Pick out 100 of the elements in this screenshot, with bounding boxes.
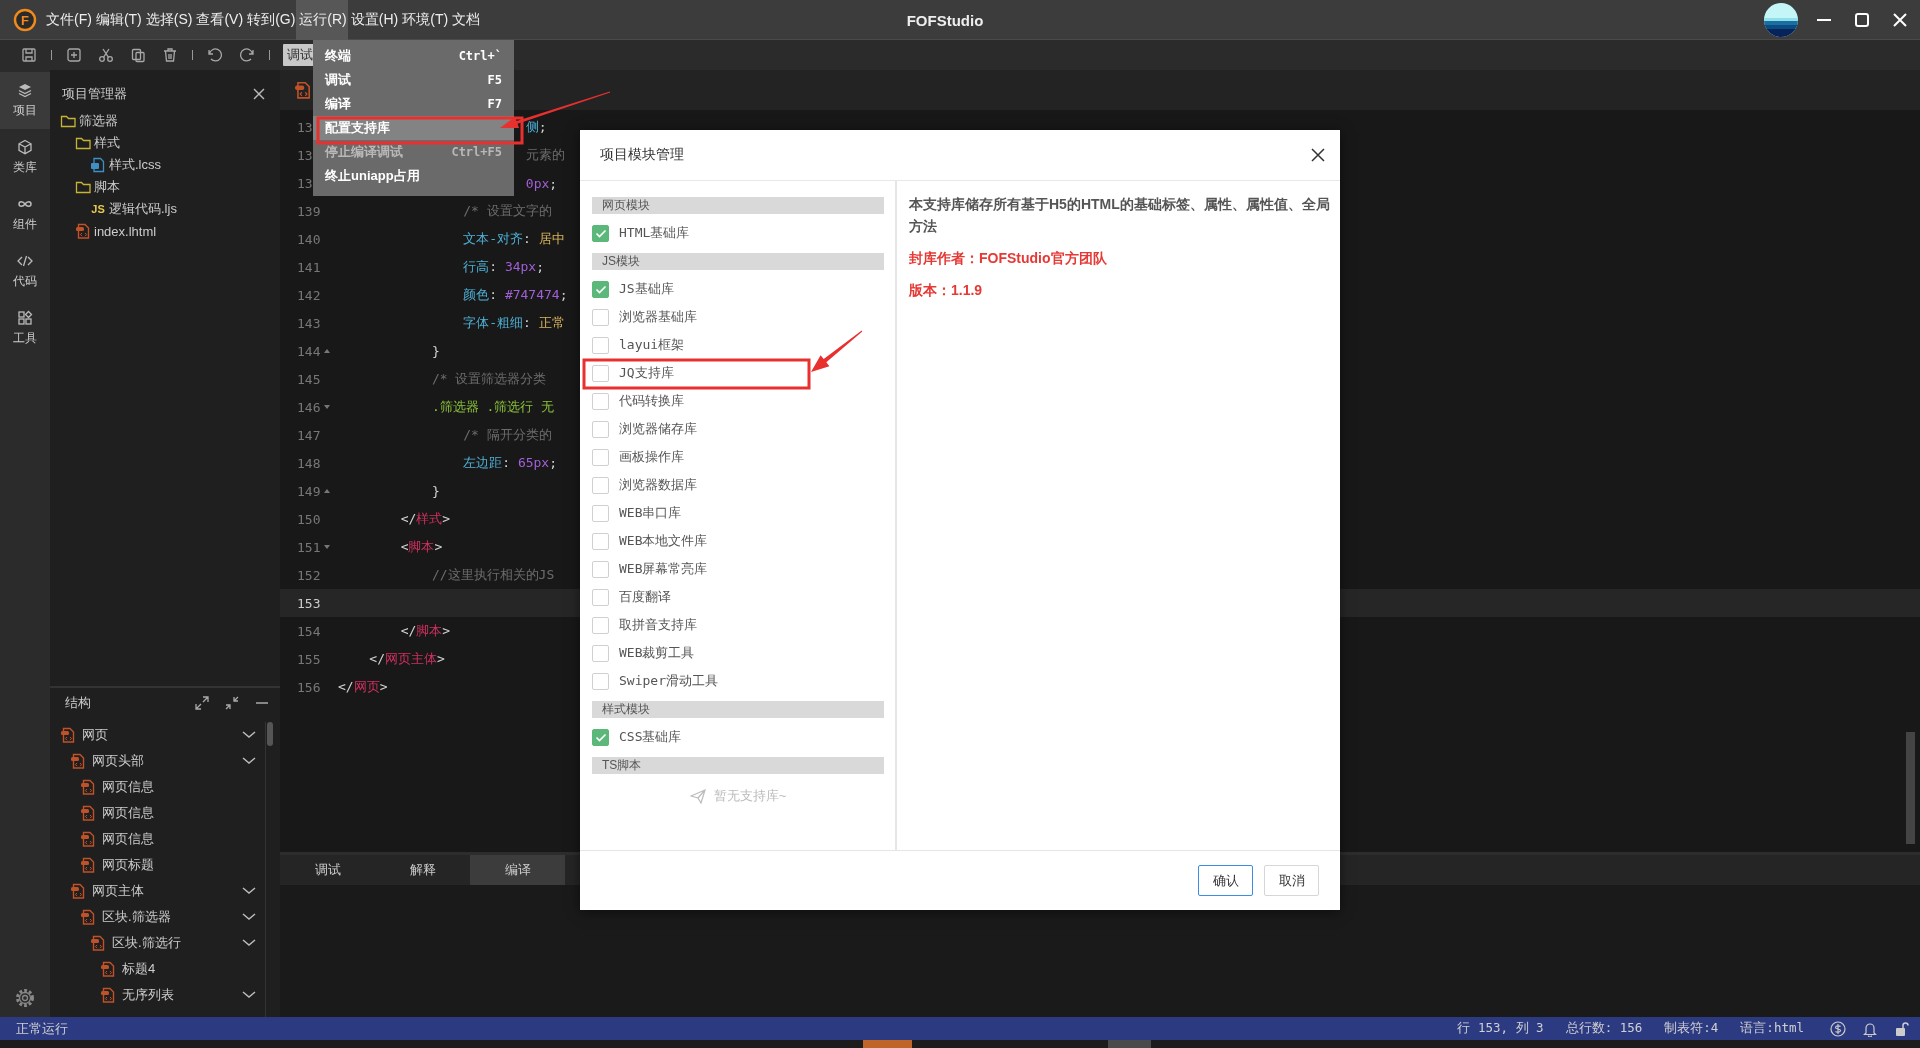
checkbox[interactable]: [592, 728, 609, 746]
panel-tab[interactable]: 编译: [470, 855, 565, 885]
checkbox-label[interactable]: WEB串口库: [619, 504, 682, 522]
checkbox-label[interactable]: JQ支持库: [619, 364, 674, 382]
panel-tab[interactable]: 解释: [375, 855, 470, 885]
checkbox[interactable]: [592, 420, 609, 438]
code-line: 字体-粗细: 正常: [463, 314, 565, 332]
settings-icon[interactable]: [14, 987, 36, 1009]
fold-icon[interactable]: [323, 487, 331, 495]
checkbox[interactable]: [592, 504, 609, 522]
grid-icon: [17, 310, 33, 326]
checkbox-label[interactable]: WEB屏幕常亮库: [619, 560, 708, 578]
checkbox-label[interactable]: WEB裁剪工具: [619, 644, 695, 662]
checkbox-label[interactable]: 浏览器数据库: [619, 476, 697, 494]
undo-icon[interactable]: [207, 47, 223, 63]
tree-item[interactable]: 逻辑代码.ljs: [109, 200, 177, 218]
activity-tab[interactable]: 工具: [0, 300, 50, 357]
checkbox[interactable]: [592, 476, 609, 494]
section-header: JS模块: [592, 253, 884, 270]
code-file-icon[interactable]: [294, 81, 312, 99]
tree-item[interactable]: 网页标题: [102, 856, 257, 874]
tree-item[interactable]: 样式.lcss: [109, 156, 161, 174]
checkbox[interactable]: [592, 644, 609, 662]
add-icon[interactable]: [66, 47, 82, 63]
paste-icon[interactable]: [130, 47, 146, 63]
tree-item[interactable]: 标题4: [122, 960, 257, 978]
tree-item[interactable]: 区块.筛选器: [102, 908, 235, 926]
menu-item[interactable]: 转到(G): [244, 0, 297, 40]
menu-item[interactable]: 文档: [449, 0, 482, 40]
menu-item[interactable]: 调试 F5: [313, 68, 514, 92]
checkbox[interactable]: [592, 308, 609, 326]
checkbox-label[interactable]: JS基础库: [619, 280, 674, 298]
checkbox-label[interactable]: 浏览器基础库: [619, 308, 697, 326]
tree-item[interactable]: 网页信息: [102, 778, 257, 796]
menu-item[interactable]: 编辑(T): [92, 0, 143, 40]
tree-item[interactable]: 脚本: [94, 178, 120, 196]
menu-item[interactable]: 运行(R): [296, 0, 348, 40]
confirm-button[interactable]: 确认: [1198, 865, 1253, 896]
tree-item[interactable]: 筛选器: [79, 112, 118, 130]
fold-icon[interactable]: [323, 403, 331, 411]
tree-item[interactable]: index.lhtml: [94, 223, 157, 239]
tree-item[interactable]: 样式: [94, 134, 120, 152]
checkbox[interactable]: [592, 224, 609, 242]
empty-message: 暂无支持库~: [713, 787, 787, 805]
delete-icon[interactable]: [162, 47, 178, 63]
checkbox[interactable]: [592, 532, 609, 550]
save-icon[interactable]: [21, 47, 37, 63]
checkbox-label[interactable]: 浏览器储存库: [619, 420, 697, 438]
menu-item[interactable]: 环境(T): [399, 0, 450, 40]
checkbox[interactable]: [592, 280, 609, 298]
checkbox[interactable]: [592, 392, 609, 410]
menu-item[interactable]: 文件(F): [43, 0, 93, 40]
panel-tab[interactable]: 调试: [280, 855, 375, 885]
menu-item[interactable]: 编译 F7: [313, 92, 514, 116]
activity-tab[interactable]: 代码: [0, 243, 50, 300]
collapse-icon[interactable]: [224, 695, 240, 711]
tree-item[interactable]: 网页: [82, 726, 235, 744]
close-icon[interactable]: [1310, 147, 1326, 163]
coin-icon[interactable]: [1830, 1020, 1846, 1037]
checkbox-label[interactable]: 取拼音支持库: [619, 616, 697, 634]
menu-item[interactable]: 设置(H): [347, 0, 400, 40]
menu-item[interactable]: 终止uniapp占用: [313, 164, 514, 188]
menu-item[interactable]: 选择(S): [142, 0, 194, 40]
checkbox[interactable]: [592, 560, 609, 578]
checkbox-label[interactable]: WEB本地文件库: [619, 532, 708, 550]
tree-item[interactable]: 网页信息: [102, 830, 257, 848]
tree-item[interactable]: 网页主体: [92, 882, 235, 900]
fold-icon[interactable]: [323, 347, 331, 355]
checkbox[interactable]: [592, 364, 609, 382]
tree-item[interactable]: 网页头部: [92, 752, 235, 770]
checkbox-label[interactable]: 画板操作库: [619, 448, 684, 466]
checkbox-label[interactable]: HTML基础库: [619, 224, 690, 242]
tree-item[interactable]: 区块.筛选行: [112, 934, 235, 952]
checkbox-label[interactable]: Swiper滑动工具: [619, 672, 718, 690]
checkbox-label[interactable]: CSS基础库: [619, 728, 682, 746]
folder-icon: [75, 179, 91, 195]
activity-tab[interactable]: 项目: [0, 72, 50, 129]
checkbox[interactable]: [592, 588, 609, 606]
expand-icon[interactable]: [194, 695, 210, 711]
unlock-icon[interactable]: [1894, 1020, 1910, 1037]
fold-icon[interactable]: [323, 543, 331, 551]
bell-icon[interactable]: [1862, 1020, 1878, 1037]
version-text: 版本：1.1.9: [909, 281, 984, 300]
cut-icon[interactable]: [98, 47, 114, 63]
cancel-button[interactable]: 取消: [1264, 865, 1319, 896]
checkbox[interactable]: [592, 672, 609, 690]
redo-icon[interactable]: [239, 47, 255, 63]
checkbox[interactable]: [592, 336, 609, 354]
activity-tab[interactable]: 类库: [0, 129, 50, 186]
activity-tab[interactable]: 组件: [0, 186, 50, 243]
tree-item[interactable]: 无序列表: [122, 986, 235, 1004]
checkbox[interactable]: [592, 448, 609, 466]
close-icon[interactable]: [252, 87, 266, 101]
checkbox-label[interactable]: 百度翻译: [619, 588, 671, 606]
checkmark-icon: [593, 227, 608, 239]
checkbox[interactable]: [592, 616, 609, 634]
tree-item[interactable]: 网页信息: [102, 804, 257, 822]
menu-item[interactable]: 查看(V): [193, 0, 245, 40]
checkbox-label[interactable]: layui框架: [619, 336, 685, 354]
checkbox-label[interactable]: 代码转换库: [619, 392, 684, 410]
